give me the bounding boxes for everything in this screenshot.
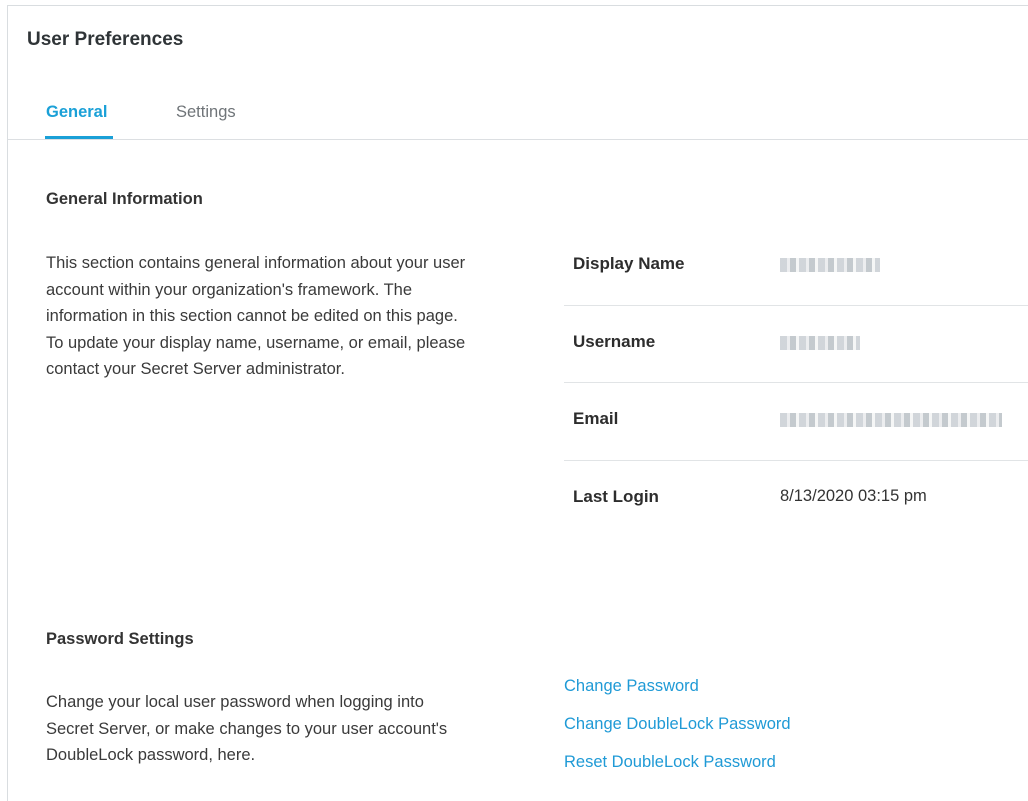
user-preferences-panel: User Preferences General Settings Genera… — [7, 5, 1028, 801]
account-info-table: Display Name Username Email Last Login 8… — [564, 228, 1028, 538]
email-label: Email — [573, 409, 619, 428]
username-label: Username — [573, 331, 656, 351]
last-login-label: Last Login — [573, 486, 659, 506]
email-value-redacted — [780, 413, 1002, 427]
general-information-description: This section contains general informatio… — [46, 254, 466, 378]
display-name-row: Display Name — [564, 228, 1028, 306]
tab-settings[interactable]: Settings — [176, 103, 236, 122]
reset-doublelock-password-link[interactable]: Reset DoubleLock Password — [564, 752, 791, 773]
general-information-heading: General Information — [46, 190, 203, 208]
last-login-row: Last Login 8/13/2020 03:15 pm — [564, 461, 1028, 539]
password-links: Change Password Change DoubleLock Passwo… — [564, 676, 791, 790]
password-settings-description: Change your local user password when log… — [46, 693, 448, 764]
email-row: Email — [564, 383, 1028, 461]
tab-general[interactable]: General — [45, 103, 114, 139]
tab-bar: General Settings — [8, 97, 1028, 140]
change-doublelock-password-link[interactable]: Change DoubleLock Password — [564, 714, 791, 735]
last-login-value: 8/13/2020 03:15 pm — [780, 486, 927, 505]
change-password-link[interactable]: Change Password — [564, 676, 791, 697]
username-value-redacted — [780, 335, 860, 350]
display-name-label: Display Name — [573, 254, 685, 273]
password-settings-heading: Password Settings — [46, 630, 194, 648]
username-row: Username — [564, 306, 1028, 383]
display-name-value-redacted — [780, 258, 880, 272]
page-title: User Preferences — [27, 29, 184, 50]
